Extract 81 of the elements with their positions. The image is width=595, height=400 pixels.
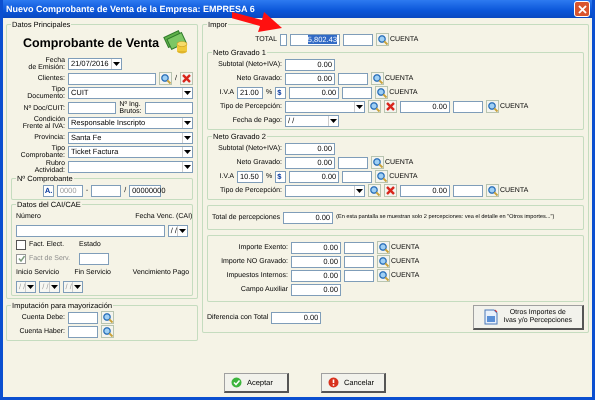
input-field[interactable] <box>453 184 483 196</box>
input-field[interactable] <box>144 102 193 114</box>
search-button[interactable] <box>368 100 381 113</box>
delete-button[interactable] <box>180 72 193 85</box>
close-icon <box>181 73 192 84</box>
search-icon <box>376 87 388 98</box>
search-button[interactable] <box>375 170 388 183</box>
dropdown[interactable] <box>285 100 365 112</box>
input-field[interactable] <box>343 34 373 46</box>
search-icon <box>377 34 388 45</box>
search-icon <box>378 242 389 253</box>
caret-icon <box>113 62 120 66</box>
search-icon <box>372 157 383 168</box>
search-button[interactable] <box>377 255 390 268</box>
search-icon <box>378 256 389 267</box>
caret-icon <box>184 165 191 169</box>
search-button[interactable] <box>375 86 388 99</box>
delete-button[interactable] <box>384 100 397 113</box>
caret-icon <box>74 284 81 288</box>
caret-icon <box>184 150 191 154</box>
search-icon <box>376 171 388 182</box>
search-icon <box>102 326 113 337</box>
input-field[interactable] <box>344 256 374 268</box>
document-icon <box>484 309 498 325</box>
input-field[interactable] <box>344 242 374 254</box>
input-field[interactable] <box>338 156 368 168</box>
search-icon <box>487 185 498 196</box>
delete-button[interactable] <box>384 184 397 197</box>
input-field[interactable] <box>91 184 122 196</box>
search-button[interactable] <box>371 72 384 85</box>
search-icon <box>369 185 380 196</box>
search-button[interactable] <box>101 325 114 338</box>
stop-icon <box>328 377 339 388</box>
search-button[interactable] <box>368 184 381 197</box>
caret-icon <box>50 284 58 288</box>
close-icon <box>578 4 586 14</box>
form-heading: Comprobante de Venta <box>23 36 160 50</box>
check-icon <box>18 255 24 262</box>
search-button[interactable] <box>371 156 384 169</box>
input-field[interactable] <box>338 72 368 84</box>
search-icon <box>102 312 113 323</box>
dropdown[interactable] <box>68 161 193 173</box>
search-icon <box>160 73 172 84</box>
caret-icon <box>356 188 363 192</box>
search-icon <box>372 73 383 84</box>
caret-icon <box>330 118 337 122</box>
input-field[interactable] <box>280 34 287 46</box>
money-icon <box>163 30 189 56</box>
checkbox[interactable] <box>16 240 26 250</box>
input-field[interactable] <box>79 252 109 264</box>
search-icon <box>378 270 389 281</box>
input-field[interactable] <box>16 224 165 236</box>
caret-icon <box>184 91 191 95</box>
search-button[interactable] <box>486 100 499 113</box>
search-icon <box>487 101 498 112</box>
caret-icon <box>184 121 191 125</box>
check-icon <box>231 377 242 388</box>
close-icon <box>385 101 396 112</box>
search-button[interactable] <box>377 269 390 282</box>
caret-icon <box>184 136 191 140</box>
search-button[interactable] <box>377 241 390 254</box>
caret-icon <box>179 228 186 232</box>
close-icon <box>385 185 396 196</box>
search-button[interactable] <box>159 72 172 85</box>
input-field[interactable] <box>342 86 372 98</box>
dropdown[interactable] <box>285 184 365 196</box>
search-icon <box>369 101 380 112</box>
search-button[interactable] <box>486 184 499 197</box>
input-field[interactable] <box>344 270 374 282</box>
input-field[interactable] <box>342 170 372 182</box>
input-field[interactable] <box>68 102 116 114</box>
window-title: Nuevo Comprobante de Venta de la Empresa: EMPRESA 6 <box>6 4 255 14</box>
search-button[interactable] <box>101 311 114 324</box>
input-field[interactable] <box>453 100 483 112</box>
input-field[interactable] <box>68 326 98 338</box>
caret-icon <box>356 104 363 108</box>
search-button[interactable] <box>376 33 389 46</box>
input-field[interactable] <box>68 312 98 324</box>
input-field[interactable] <box>68 72 156 84</box>
close-button[interactable] <box>574 1 590 17</box>
caret-icon <box>27 284 34 288</box>
